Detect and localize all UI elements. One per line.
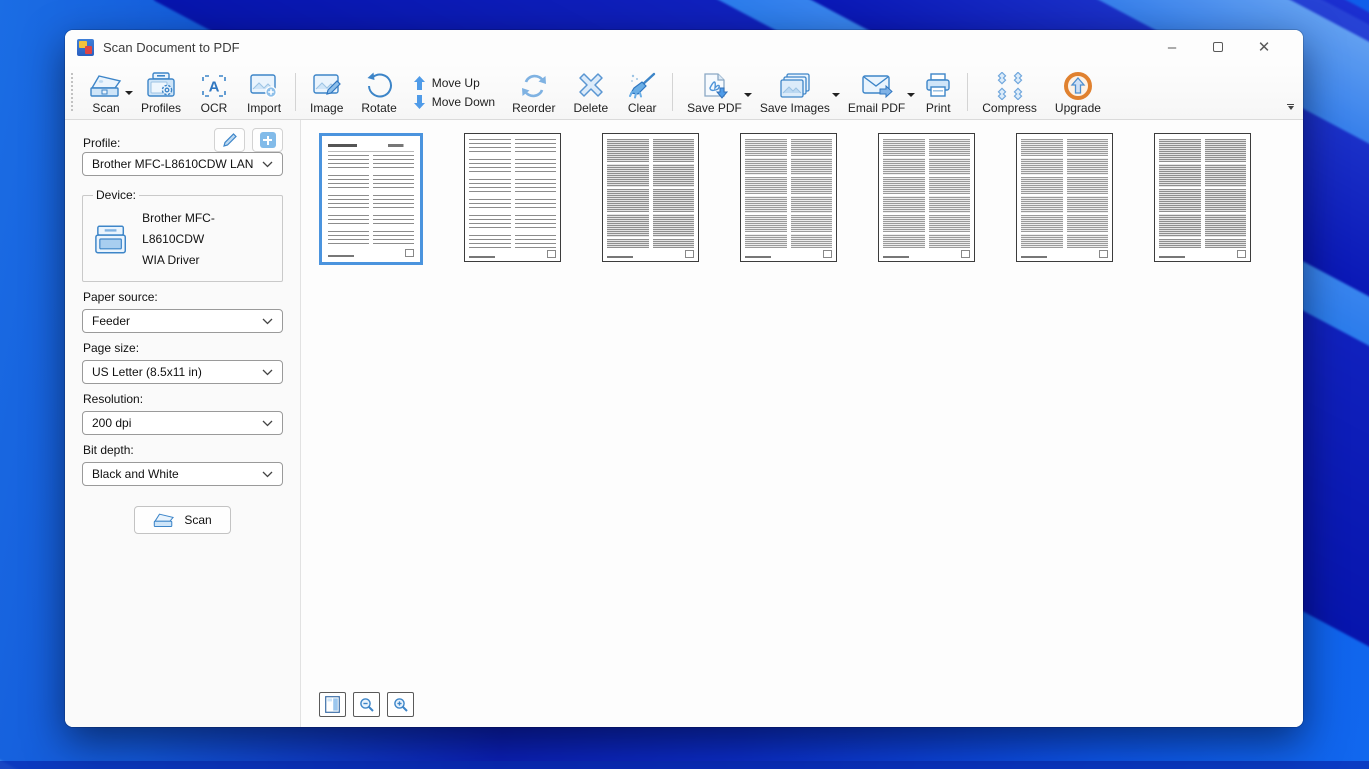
move-up-icon <box>414 76 425 90</box>
toolbar-overflow-button[interactable] <box>1284 100 1297 113</box>
compress-button[interactable]: Compress <box>973 67 1046 117</box>
print-button[interactable]: Print <box>914 67 962 117</box>
page-thumbnail-1[interactable] <box>319 133 423 265</box>
clear-button[interactable]: Clear <box>617 67 667 117</box>
toolbar-grip[interactable] <box>71 73 76 111</box>
page-layout-icon <box>325 696 340 713</box>
reorder-icon <box>518 70 550 101</box>
toolbar: Scan Profiles <box>65 64 1303 120</box>
page-thumbnail-4[interactable] <box>740 133 837 262</box>
reorder-button[interactable]: Reorder <box>503 67 564 117</box>
page-size-label: Page size: <box>83 341 283 355</box>
import-image-icon <box>248 70 280 101</box>
page-thumbnail-5[interactable] <box>878 133 975 262</box>
scan-button[interactable]: Scan <box>80 67 132 117</box>
page-thumbnail-7[interactable] <box>1154 133 1251 262</box>
sidebar-scan-button[interactable]: Scan <box>134 506 231 534</box>
chevron-down-icon <box>262 318 273 325</box>
paper-source-select[interactable]: Feeder <box>82 309 283 333</box>
save-pdf-icon <box>699 70 731 101</box>
view-controls <box>319 692 414 717</box>
device-groupbox: Device: Brother MFC-L8610CDW WIA Driver <box>82 188 283 282</box>
image-edit-icon <box>311 70 343 101</box>
resolution-label: Resolution: <box>83 392 283 406</box>
thumbnail-row <box>301 120 1303 265</box>
device-driver: WIA Driver <box>142 250 274 271</box>
profiles-icon <box>145 70 177 101</box>
zoom-out-button[interactable] <box>353 692 380 717</box>
chevron-down-icon <box>262 161 273 168</box>
settings-sidebar: Profile: Brother MFC-L8610CDW LAN <box>65 120 301 727</box>
move-group: Move Up Move Down <box>406 67 503 117</box>
pencil-icon <box>222 132 238 148</box>
paper-source-label: Paper source: <box>83 290 283 304</box>
plus-icon <box>260 132 276 148</box>
bit-depth-select[interactable]: Black and White <box>82 462 283 486</box>
taskbar-edge <box>0 761 1369 769</box>
toolbar-separator <box>967 73 968 111</box>
zoom-out-icon <box>359 697 375 713</box>
zoom-in-button[interactable] <box>387 692 414 717</box>
close-button[interactable]: ✕ <box>1241 30 1287 64</box>
app-window: Scan Document to PDF – ✕ <box>65 30 1303 727</box>
ocr-button[interactable]: A OCR <box>190 67 238 117</box>
minimize-button[interactable]: – <box>1149 30 1195 64</box>
toolbar-separator <box>295 73 296 111</box>
move-down-button[interactable]: Move Down <box>414 95 495 109</box>
ocr-icon: A <box>199 70 229 101</box>
import-button[interactable]: Import <box>238 67 290 117</box>
compress-arrows-icon <box>994 70 1026 101</box>
move-up-button[interactable]: Move Up <box>414 76 495 90</box>
pages-panel <box>301 120 1303 727</box>
profile-label: Profile: <box>83 136 120 150</box>
maximize-icon <box>1213 42 1223 52</box>
save-images-button[interactable]: Save Images <box>751 67 839 117</box>
rotate-icon <box>364 70 394 101</box>
chevron-down-icon <box>262 420 273 427</box>
chevron-down-icon <box>262 471 273 478</box>
save-images-icon <box>778 70 812 101</box>
email-envelope-icon <box>860 70 894 101</box>
page-size-select[interactable]: US Letter (8.5x11 in) <box>82 360 283 384</box>
upgrade-button[interactable]: Upgrade <box>1046 67 1110 117</box>
delete-x-icon <box>576 70 606 101</box>
page-thumbnail-3[interactable] <box>602 133 699 262</box>
print-icon <box>923 70 953 101</box>
thumbnail-layout-button[interactable] <box>319 692 346 717</box>
resolution-select[interactable]: 200 dpi <box>82 411 283 435</box>
page-thumbnail-2[interactable] <box>464 133 561 262</box>
move-down-icon <box>414 95 425 109</box>
device-label: Device: <box>93 188 139 202</box>
rotate-button[interactable]: Rotate <box>352 67 405 117</box>
device-name: Brother MFC-L8610CDW <box>142 208 274 250</box>
maximize-button[interactable] <box>1195 30 1241 64</box>
titlebar[interactable]: Scan Document to PDF – ✕ <box>65 30 1303 64</box>
chevron-down-icon <box>262 369 273 376</box>
page-thumbnail-6[interactable] <box>1016 133 1113 262</box>
device-scanner-icon <box>91 223 130 257</box>
toolbar-separator <box>672 73 673 111</box>
email-pdf-button[interactable]: Email PDF <box>839 67 914 117</box>
add-profile-button[interactable] <box>252 128 283 152</box>
upgrade-icon <box>1063 70 1093 101</box>
bit-depth-label: Bit depth: <box>83 443 283 457</box>
save-pdf-button[interactable]: Save PDF <box>678 67 751 117</box>
profiles-button[interactable]: Profiles <box>132 67 190 117</box>
svg-text:A: A <box>209 78 220 95</box>
window-title: Scan Document to PDF <box>103 40 240 55</box>
delete-button[interactable]: Delete <box>564 67 617 117</box>
image-button[interactable]: Image <box>301 67 352 117</box>
scanner-icon <box>153 512 175 528</box>
desktop-wallpaper: Scan Document to PDF – ✕ <box>0 0 1369 769</box>
edit-profile-button[interactable] <box>214 128 245 152</box>
zoom-in-icon <box>393 697 409 713</box>
overflow-icon <box>1287 104 1294 105</box>
profile-select[interactable]: Brother MFC-L8610CDW LAN <box>82 152 283 176</box>
clear-broom-icon <box>626 70 658 101</box>
app-icon <box>77 39 94 56</box>
scanner-icon <box>89 70 123 101</box>
